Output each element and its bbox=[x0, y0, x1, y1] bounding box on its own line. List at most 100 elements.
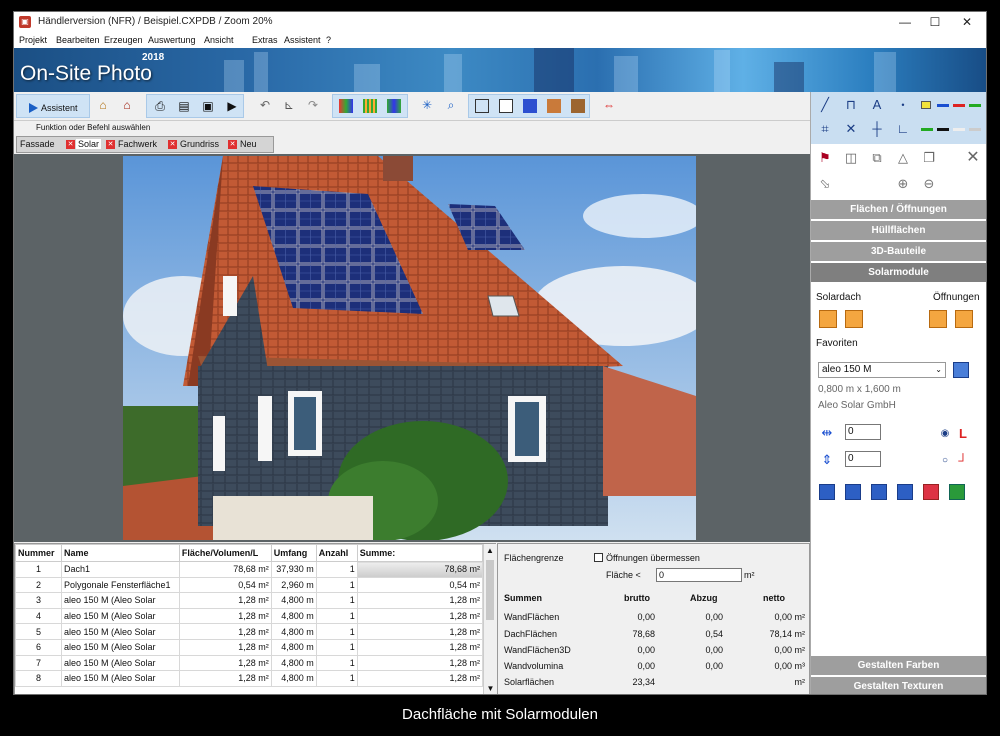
tab-grundriss[interactable]: Grundriss bbox=[180, 139, 219, 149]
close-tab-icon[interactable]: ✕ bbox=[66, 140, 75, 149]
module-grid-icon[interactable] bbox=[819, 484, 835, 500]
delete-icon[interactable]: ✕ bbox=[965, 150, 981, 166]
table-row[interactable]: 3 aleo 150 M (Aleo Solar 1,28 m² 4,800 m 1 1,… bbox=[15, 592, 484, 609]
col-header-name[interactable]: Name bbox=[60, 544, 180, 562]
radio-landscape-selected[interactable]: ◉ bbox=[937, 426, 953, 442]
pattern-icon[interactable] bbox=[387, 99, 401, 113]
measure-icon[interactable]: ⊾ bbox=[282, 98, 296, 112]
copy-area-icon[interactable]: ⧉ bbox=[869, 150, 885, 166]
opening-edit-icon[interactable] bbox=[955, 310, 973, 328]
house-photo[interactable] bbox=[123, 156, 696, 540]
house-marker-icon[interactable]: ⚑ bbox=[817, 150, 833, 166]
flaeche-limit-input[interactable]: 0 bbox=[656, 568, 742, 582]
triangle-icon[interactable]: △ bbox=[895, 150, 911, 166]
document-icon[interactable]: ▤ bbox=[177, 99, 191, 113]
menu-extras[interactable]: Extras bbox=[252, 35, 278, 45]
save-house-icon[interactable]: ⌂ bbox=[120, 98, 134, 112]
menu-assistent[interactable]: Assistent bbox=[284, 35, 321, 45]
text-icon[interactable]: A bbox=[869, 97, 885, 113]
roof-texture-icon[interactable] bbox=[547, 99, 561, 113]
zoom-icon[interactable]: ⌕ bbox=[444, 98, 458, 112]
table-row[interactable]: 8 aleo 150 M (Aleo Solar 1,28 m² 4,800 m 1 1,… bbox=[15, 670, 484, 687]
crop-icon[interactable]: ⌗ bbox=[817, 121, 833, 137]
menu-bearbeiten[interactable]: Bearbeiten bbox=[56, 35, 100, 45]
frame-icon[interactable] bbox=[475, 99, 489, 113]
table-scrollbar[interactable]: ▲ ▼ bbox=[483, 544, 497, 694]
add-icon[interactable]: ⊕ bbox=[895, 176, 911, 192]
tab-solar[interactable]: Solar bbox=[76, 139, 102, 149]
table-row[interactable]: 2 Polygonale Fensterfläche1 0,54 m² 2,960 m… bbox=[15, 576, 484, 594]
module-apply-icon[interactable] bbox=[949, 484, 965, 500]
oeffnungen-checkbox[interactable] bbox=[594, 553, 603, 562]
close-tab-icon[interactable]: ✕ bbox=[168, 140, 177, 149]
split-icon[interactable]: ◫ bbox=[843, 150, 859, 166]
image-icon[interactable]: ▣ bbox=[201, 99, 215, 113]
blue-line-icon[interactable] bbox=[937, 104, 949, 107]
cross-icon[interactable]: ✕ bbox=[843, 121, 859, 137]
close-tab-icon[interactable]: ✕ bbox=[106, 140, 115, 149]
black-dash-icon[interactable] bbox=[937, 128, 949, 131]
assistant-button[interactable]: Assistent bbox=[25, 99, 91, 117]
table-row[interactable]: 5 aleo 150 M (Aleo Solar 1,28 m² 4,800 m 1 1,… bbox=[15, 623, 484, 640]
module-hatch-icon[interactable] bbox=[845, 484, 861, 500]
color-fill-icon[interactable] bbox=[339, 99, 353, 113]
col-header-anzahl[interactable]: Anzahl bbox=[315, 544, 358, 562]
close-tab-icon[interactable]: ✕ bbox=[228, 140, 237, 149]
col-header-nummer[interactable]: Nummer bbox=[15, 544, 62, 562]
module-tilt-icon[interactable] bbox=[871, 484, 887, 500]
dimension-icon[interactable]: ⊓ bbox=[843, 97, 859, 113]
minimize-button[interactable]: — bbox=[890, 12, 920, 32]
solar-roof-icon[interactable] bbox=[819, 310, 837, 328]
tab-fachwerk[interactable]: Fachwerk bbox=[118, 139, 157, 149]
white-dash-icon[interactable] bbox=[953, 128, 965, 131]
menu-ansicht[interactable]: Ansicht bbox=[204, 35, 234, 45]
side-btn-flaechen[interactable]: Flächen / Öffnungen bbox=[811, 200, 986, 220]
horizontal-spacing-input[interactable]: 0 bbox=[845, 424, 881, 440]
yellow-color-icon[interactable] bbox=[921, 101, 931, 109]
menu-help[interactable]: ? bbox=[326, 35, 331, 45]
favorites-select[interactable]: aleo 150 M ⌄ bbox=[818, 362, 946, 378]
remove-icon[interactable]: ⊖ bbox=[921, 176, 937, 192]
wall-texture-icon[interactable] bbox=[571, 99, 585, 113]
menu-projekt[interactable]: Projekt bbox=[19, 35, 47, 45]
maximize-button[interactable]: ☐ bbox=[920, 12, 950, 32]
solar-roof-edit-icon[interactable] bbox=[845, 310, 863, 328]
opening-icon[interactable] bbox=[929, 310, 947, 328]
table-row[interactable]: 7 aleo 150 M (Aleo Solar 1,28 m² 4,800 m 1 1,… bbox=[15, 654, 484, 672]
col-header-summe[interactable]: Summe: bbox=[356, 544, 484, 562]
module-delete-icon[interactable] bbox=[923, 484, 939, 500]
scroll-down-icon[interactable]: ▼ bbox=[484, 684, 497, 693]
green-line-icon[interactable] bbox=[969, 104, 981, 107]
drawing-canvas[interactable] bbox=[14, 154, 810, 542]
gestalten-texturen-button[interactable]: Gestalten Texturen bbox=[811, 677, 986, 694]
vertical-spacing-input[interactable]: 0 bbox=[845, 451, 881, 467]
open-house-icon[interactable]: ⌂ bbox=[96, 98, 110, 112]
module-place-icon[interactable] bbox=[897, 484, 913, 500]
redo-icon[interactable]: ↷ bbox=[306, 98, 320, 112]
col-header-flaeche[interactable]: Fläche/Volumen/L bbox=[178, 544, 272, 562]
close-window-button[interactable]: ✕ bbox=[952, 12, 982, 32]
col-header-umfang[interactable]: Umfang bbox=[270, 544, 317, 562]
blue-square-icon[interactable] bbox=[523, 99, 537, 113]
texture-icon[interactable] bbox=[363, 99, 377, 113]
radio-portrait[interactable]: ○ bbox=[937, 453, 953, 469]
export-area-icon[interactable]: ⬂ bbox=[817, 176, 833, 192]
gestalten-farben-button[interactable]: Gestalten Farben bbox=[811, 656, 986, 676]
side-btn-3d-bauteile[interactable]: 3D-Bauteile bbox=[811, 242, 986, 262]
print-icon[interactable]: ⎙ bbox=[153, 99, 167, 113]
table-row[interactable]: 4 aleo 150 M (Aleo Solar 1,28 m² 4,800 m 1 1,… bbox=[15, 607, 484, 625]
table-row[interactable]: 1 Dach1 78,68 m² 37,930 m 1 78,68 m² bbox=[15, 561, 484, 578]
scroll-up-icon[interactable]: ▲ bbox=[484, 546, 496, 555]
side-btn-solarmodule[interactable]: Solarmodule bbox=[811, 263, 986, 283]
scrollbar-thumb[interactable] bbox=[486, 560, 494, 620]
white-square-icon[interactable] bbox=[499, 99, 513, 113]
undo-icon[interactable]: ↶ bbox=[258, 98, 272, 112]
gray-dash-icon[interactable] bbox=[969, 128, 981, 131]
point-icon[interactable]: • bbox=[895, 97, 911, 113]
table-row[interactable]: 6 aleo 150 M (Aleo Solar 1,28 m² 4,800 m 1 1,… bbox=[15, 638, 484, 656]
module-library-icon[interactable] bbox=[953, 362, 969, 378]
export-icon[interactable]: ▶ bbox=[225, 99, 239, 113]
oeffnungen-checkbox-label[interactable]: Öffnungen übermessen bbox=[606, 553, 700, 563]
green-dash-icon[interactable] bbox=[921, 128, 933, 131]
angle-icon[interactable]: ∟ bbox=[895, 121, 911, 137]
